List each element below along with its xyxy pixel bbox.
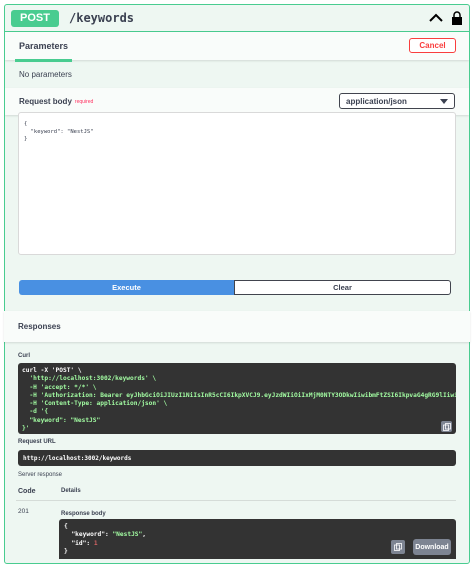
request-url-value: http://localhost:3002/keywords: [18, 450, 456, 466]
request-body-header: Request body required application/json: [5, 88, 469, 115]
code-header: Code: [18, 488, 36, 495]
method-badge: POST: [11, 9, 59, 27]
cancel-button[interactable]: Cancel: [409, 38, 456, 53]
no-parameters-text: No parameters: [19, 70, 72, 79]
copy-icon: [442, 422, 451, 431]
chevron-down-icon: [440, 98, 448, 104]
response-body-label: Response body: [61, 511, 106, 517]
parameters-header: Parameters Cancel: [5, 32, 469, 62]
download-button[interactable]: Download: [413, 539, 451, 555]
details-header: Details: [61, 488, 81, 494]
required-label: required: [74, 98, 94, 105]
content-type-value: application/json: [346, 96, 407, 106]
request-url-label: Request URL: [18, 439, 56, 445]
server-response-label: Server response: [18, 472, 63, 478]
operation-summary[interactable]: POST /keywords: [5, 5, 469, 32]
request-body-title: Request body: [19, 97, 72, 106]
status-code: 201: [18, 508, 29, 515]
clear-button[interactable]: Clear: [234, 280, 451, 295]
request-body-editor[interactable]: { "keyword": "NestJS"}: [18, 112, 456, 255]
responses-title: Responses: [18, 322, 61, 331]
divider: [16, 500, 456, 501]
execute-button[interactable]: Execute: [19, 280, 234, 295]
chevron-up-icon[interactable]: [429, 13, 443, 23]
lock-icon[interactable]: [451, 11, 463, 25]
content-type-select[interactable]: application/json: [339, 93, 455, 109]
operation-path: /keywords: [69, 11, 135, 25]
curl-label: Curl: [18, 353, 30, 359]
copy-curl-button[interactable]: [441, 421, 452, 432]
copy-response-button[interactable]: [391, 540, 405, 554]
tab-parameters[interactable]: Parameters: [15, 33, 73, 62]
curl-block: curl -X 'POST' \ 'http://localhost:3002/…: [18, 363, 456, 434]
copy-icon: [394, 543, 402, 551]
responses-header: Responses: [4, 311, 470, 342]
execute-row: Execute Clear: [19, 280, 451, 295]
